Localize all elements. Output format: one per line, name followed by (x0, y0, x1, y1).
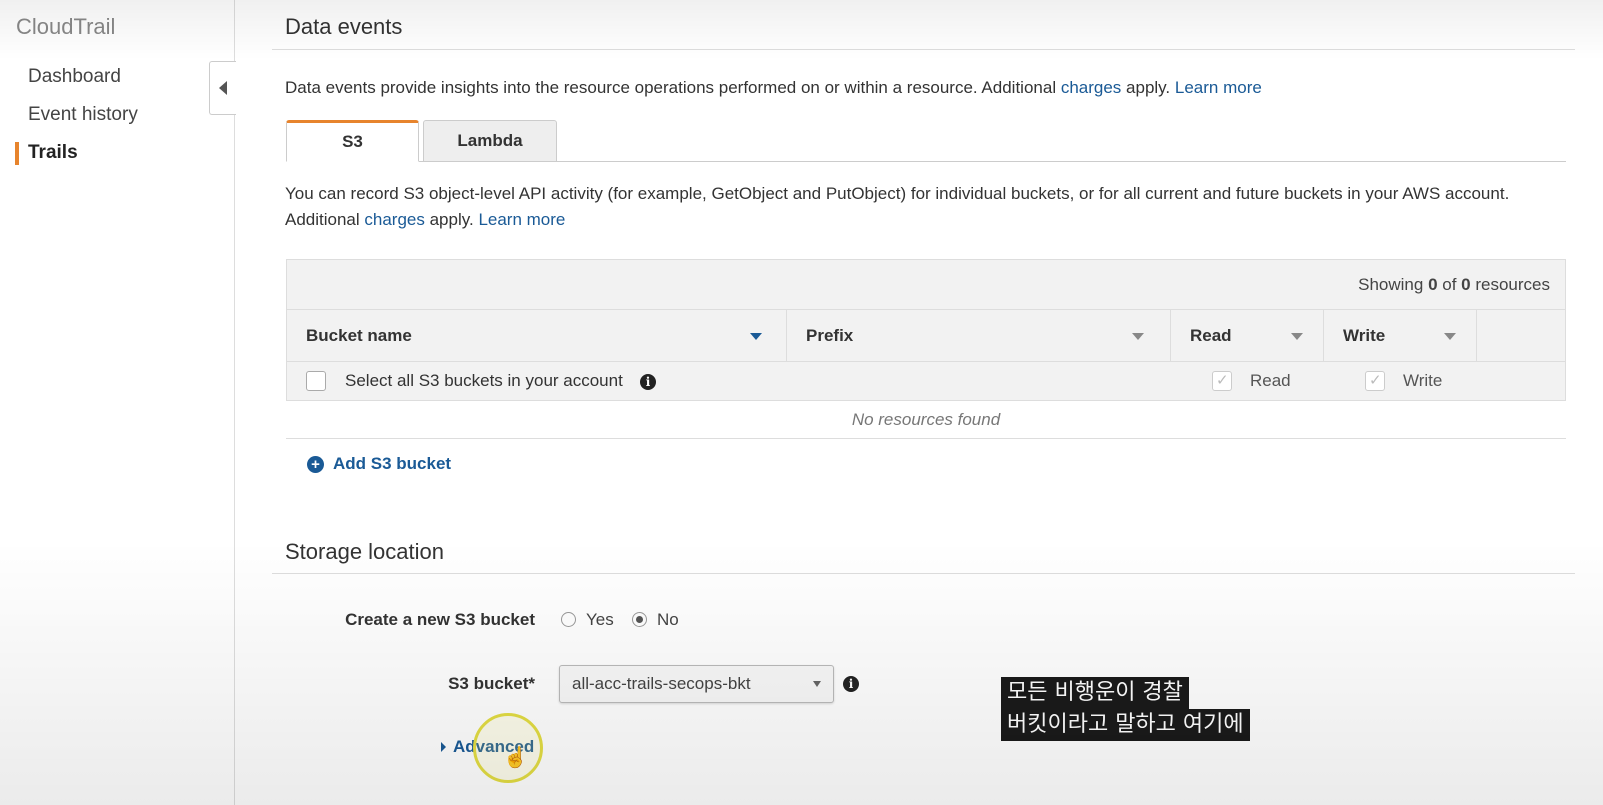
description-text: Data events provide insights into the re… (285, 78, 1061, 97)
info-icon[interactable]: i (640, 374, 656, 390)
data-events-title: Data events (285, 14, 403, 39)
count-total: 0 (1461, 275, 1471, 294)
tabs-baseline (419, 161, 1566, 162)
sidebar: CloudTrail Dashboard Event history Trail… (0, 0, 235, 805)
subtitle-line1: 모든 비행운이 경찰 (1001, 677, 1189, 709)
column-read[interactable]: Read (1171, 310, 1324, 361)
select-all-checkbox[interactable] (306, 371, 326, 391)
description-text: apply. (1121, 78, 1175, 97)
select-all-label: Select all S3 buckets in your account (345, 371, 623, 390)
advanced-label: Advanced (453, 737, 535, 756)
count-text: of (1437, 275, 1462, 294)
add-s3-bucket-button[interactable]: + Add S3 bucket (307, 454, 451, 474)
resources-count: Showing 0 of 0 resources (286, 259, 1566, 310)
sidebar-item-event-history[interactable]: Event history (0, 96, 235, 134)
charges-link[interactable]: charges (1061, 78, 1121, 97)
sidebar-nav: Dashboard Event history Trails (0, 58, 235, 172)
column-label: Bucket name (306, 326, 412, 345)
write-checkbox[interactable] (1365, 371, 1385, 391)
collapse-sidebar-button[interactable] (209, 61, 236, 115)
sidebar-item-dashboard[interactable]: Dashboard (0, 58, 235, 96)
s3-bucket-label: S3 bucket* (448, 674, 535, 693)
create-bucket-yes-radio[interactable] (561, 612, 576, 627)
caret-right-icon (441, 742, 446, 752)
brand-title: CloudTrail (16, 14, 116, 39)
column-prefix[interactable]: Prefix (787, 310, 1171, 361)
count-shown: 0 (1428, 275, 1438, 294)
sort-caret-icon (1132, 333, 1144, 340)
s3-bucket-select[interactable]: all-acc-trails-secops-bkt (559, 665, 834, 703)
add-s3-bucket-label: Add S3 bucket (333, 454, 452, 473)
s3-description-line2: Additional charges apply. Learn more (285, 207, 1575, 233)
count-text: Showing (1358, 275, 1429, 294)
collapse-left-icon (219, 81, 227, 95)
subtitle-line2: 버킷이라고 말하고 여기에 (1001, 709, 1250, 741)
divider (272, 49, 1575, 50)
learn-more-link[interactable]: Learn more (478, 210, 565, 229)
column-label: Prefix (806, 326, 854, 345)
plus-circle-icon: + (307, 455, 324, 473)
video-subtitle: 모든 비행운이 경찰 버킷이라고 말하고 여기에 (1001, 677, 1250, 741)
s3-description: You can record S3 object-level API activ… (285, 181, 1575, 233)
tab-s3[interactable]: S3 (286, 120, 419, 162)
sort-caret-icon (750, 333, 762, 340)
s3-description-line1: You can record S3 object-level API activ… (285, 184, 1510, 203)
sort-caret-icon (1444, 333, 1456, 340)
count-text: resources (1470, 275, 1550, 294)
column-label: Write (1343, 326, 1386, 345)
description-text: Additional (285, 210, 365, 229)
s3-bucket-value: all-acc-trails-secops-bkt (572, 674, 751, 693)
learn-more-link[interactable]: Learn more (1175, 78, 1262, 97)
data-events-description: Data events provide insights into the re… (285, 75, 1262, 101)
no-label: No (657, 610, 679, 629)
info-icon[interactable]: i (843, 676, 859, 692)
s3-buckets-table: Showing 0 of 0 resources Bucket name Pre… (286, 259, 1566, 439)
column-bucket-name[interactable]: Bucket name (287, 310, 787, 361)
sort-caret-icon (1291, 333, 1303, 340)
sidebar-item-trails[interactable]: Trails (0, 134, 235, 172)
main-content: Data events Data events provide insights… (272, 0, 1603, 805)
read-checkbox[interactable] (1212, 371, 1232, 391)
chevron-down-icon (813, 681, 821, 687)
description-text: apply. (424, 210, 479, 229)
divider (272, 573, 1575, 574)
advanced-toggle[interactable]: Advanced (441, 737, 534, 757)
table-row: Select all S3 buckets in your account i … (286, 362, 1566, 401)
charges-link[interactable]: charges (364, 210, 424, 229)
table-header: Bucket name Prefix Read Write (286, 310, 1566, 362)
storage-location-title: Storage location (285, 539, 444, 564)
empty-message: No resources found (286, 401, 1566, 439)
tab-lambda[interactable]: Lambda (423, 120, 557, 162)
write-label: Write (1403, 371, 1443, 390)
column-write[interactable]: Write (1324, 310, 1477, 361)
column-label: Read (1190, 326, 1232, 345)
create-bucket-no-radio[interactable] (632, 612, 647, 627)
read-label: Read (1250, 371, 1291, 390)
create-bucket-label: Create a new S3 bucket (345, 610, 535, 629)
yes-label: Yes (586, 610, 614, 629)
